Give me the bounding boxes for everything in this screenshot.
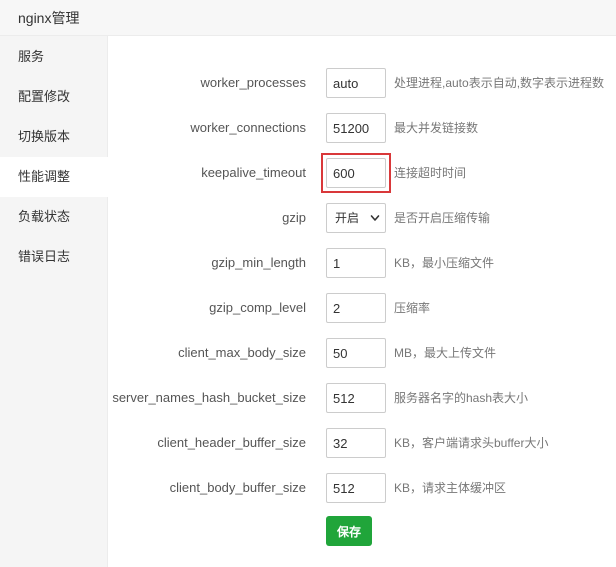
field-hint: 是否开启压缩传输 [394,211,491,225]
form-row-worker-processes: worker_processes 处理进程,auto表示自动,数字表示进程数 [108,68,616,98]
save-button[interactable]: 保存 [326,516,372,546]
form-row-client-header-buffer-size: client_header_buffer_size KB，客户端请求头buffe… [108,428,616,458]
window-title: nginx管理 [18,10,80,26]
field-hint: 最大并发链接数 [394,121,479,135]
performance-form: worker_processes 处理进程,auto表示自动,数字表示进程数 w… [108,36,616,567]
form-row-client-max-body-size: client_max_body_size MB，最大上传文件 [108,338,616,368]
field-hint: KB，最小压缩文件 [394,256,495,270]
gzip-select-value: 开启 [335,211,360,225]
gzip-select[interactable]: 开启 [326,203,386,233]
window-header: nginx管理 [0,0,616,36]
field-hint: KB，请求主体缓冲区 [394,481,507,495]
sidebar-item-load-status[interactable]: 负载状态 [0,197,107,237]
field-hint: KB，客户端请求头buffer大小 [394,436,549,450]
form-row-keepalive-timeout: keepalive_timeout 连接超时时间 [108,153,616,193]
field-label: worker_processes [200,75,307,90]
form-row-gzip-min-length: gzip_min_length KB，最小压缩文件 [108,248,616,278]
sidebar: 服务 配置修改 切换版本 性能调整 负载状态 错误日志 [0,36,108,567]
gzip-min-length-input[interactable] [326,248,386,278]
field-label: gzip [282,210,306,225]
sidebar-item-service[interactable]: 服务 [0,37,107,77]
field-label: client_header_buffer_size [157,435,306,450]
field-hint: 压缩率 [394,301,431,315]
field-label: gzip_min_length [211,255,306,270]
sidebar-item-switch-version[interactable]: 切换版本 [0,117,107,157]
form-row-gzip: gzip 开启 是否开启压缩传输 [108,203,616,233]
field-hint: 处理进程,auto表示自动,数字表示进程数 [394,76,605,90]
form-row-server-names-hash-bucket-size: server_names_hash_bucket_size 服务器名字的hash… [108,383,616,413]
field-hint: 服务器名字的hash表大小 [394,391,529,405]
form-row-client-body-buffer-size: client_body_buffer_size KB，请求主体缓冲区 [108,473,616,503]
field-label: worker_connections [190,120,306,135]
worker-processes-input[interactable] [326,68,386,98]
field-hint: MB，最大上传文件 [394,346,497,360]
field-label: server_names_hash_bucket_size [112,390,306,405]
client-header-buffer-size-input[interactable] [326,428,386,458]
client-body-buffer-size-input[interactable] [326,473,386,503]
form-row-gzip-comp-level: gzip_comp_level 压缩率 [108,293,616,323]
field-label: client_body_buffer_size [169,480,306,495]
worker-connections-input[interactable] [326,113,386,143]
field-label: client_max_body_size [178,345,306,360]
field-hint: 连接超时时间 [394,166,467,180]
sidebar-item-config-edit[interactable]: 配置修改 [0,77,107,117]
chevron-down-icon [370,215,380,221]
keepalive-timeout-input[interactable] [326,158,386,188]
server-names-hash-bucket-size-input[interactable] [326,383,386,413]
client-max-body-size-input[interactable] [326,338,386,368]
sidebar-item-error-log[interactable]: 错误日志 [0,237,107,277]
sidebar-item-performance-tuning[interactable]: 性能调整 [0,157,108,197]
field-label: gzip_comp_level [209,300,306,315]
field-label: keepalive_timeout [201,165,306,180]
nginx-manager-window: nginx管理 服务 配置修改 切换版本 性能调整 负载状态 错误日志 work… [0,0,616,567]
gzip-comp-level-input[interactable] [326,293,386,323]
form-row-worker-connections: worker_connections 最大并发链接数 [108,113,616,143]
